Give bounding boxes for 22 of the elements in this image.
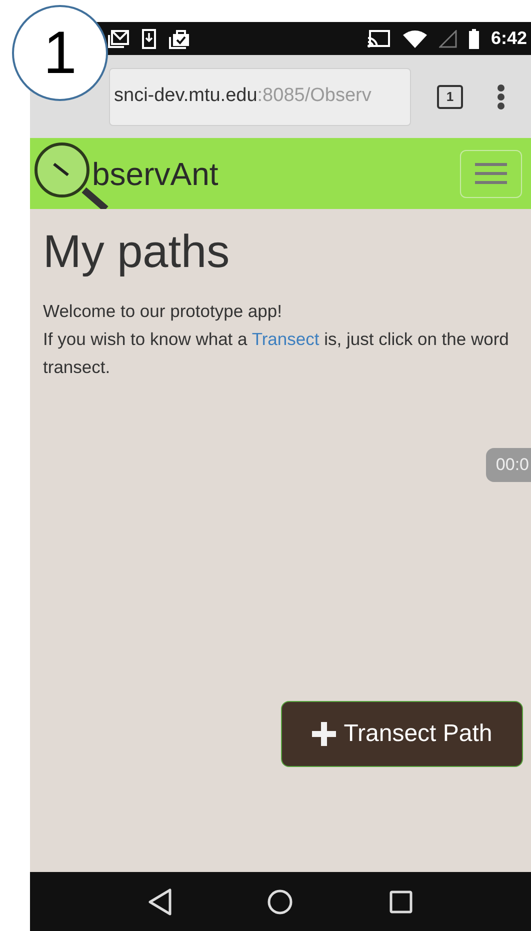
more-options-icon[interactable] [497,84,505,110]
plus-icon [312,722,336,746]
intro-text: Welcome to our prototype app! If you wish to know what a Transect is, just click on the word transect. [43,300,510,379]
cast-icon [366,28,391,48]
back-icon[interactable] [148,888,172,916]
page-title: My paths [43,224,231,279]
recents-icon[interactable] [389,890,414,914]
wifi-icon [402,30,427,48]
mail-icon [108,28,130,48]
add-transect-path-button[interactable]: Transect Path [281,701,523,767]
brand-name[interactable]: bservAnt [92,150,218,198]
menu-button[interactable] [460,150,522,198]
signal-icon [438,30,457,48]
battery-icon [468,28,479,48]
step-number-badge: 1 [12,5,108,101]
download-icon [142,28,156,48]
timer-badge: 00:0 [486,448,531,482]
home-icon[interactable] [267,888,294,914]
briefcase-check-icon [168,28,190,48]
url-field[interactable]: snci-dev.mtu.edu:8085/Observ [109,68,411,126]
tab-count-button[interactable]: 1 [437,84,463,108]
clock: 6:42 [490,27,527,50]
